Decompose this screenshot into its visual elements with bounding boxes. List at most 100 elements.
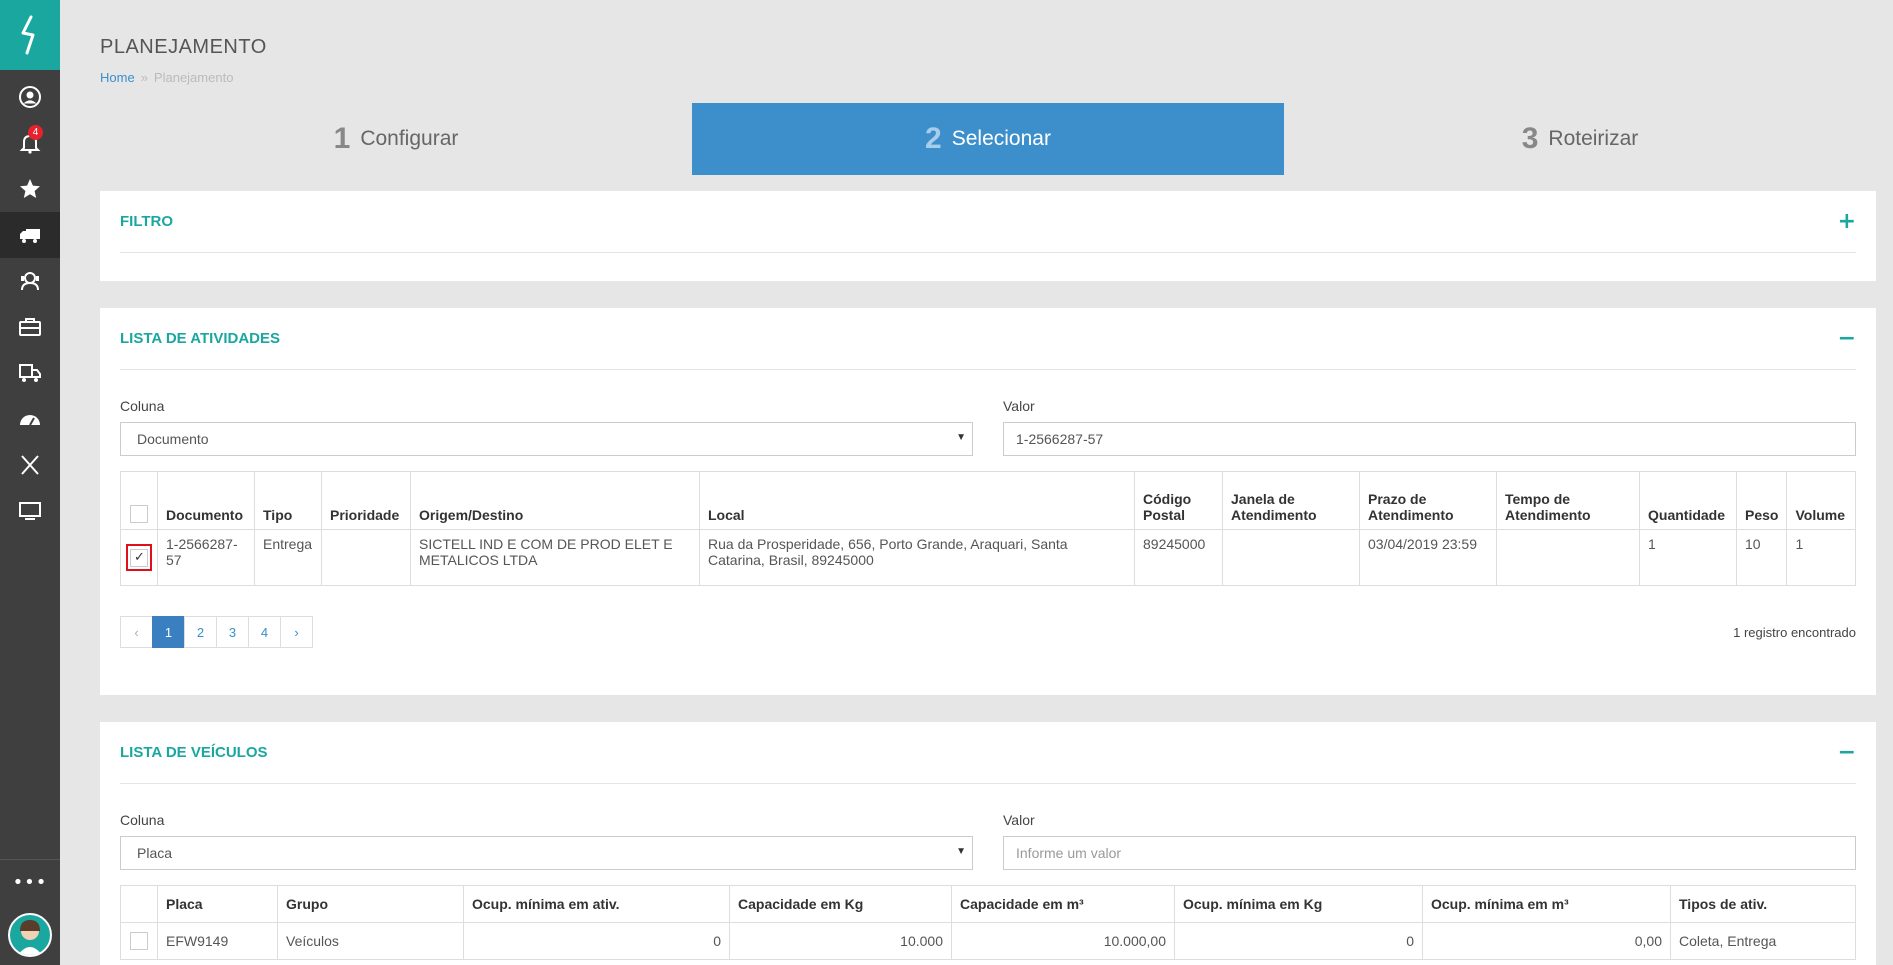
- briefcase-icon[interactable]: [0, 304, 60, 350]
- origem-cell: SICTELL IND E COM DE PROD ELET E METALIC…: [410, 529, 700, 586]
- vehicles-panel-header[interactable]: LISTA DE VEÍCULOS −: [120, 722, 1856, 784]
- column-header[interactable]: Tipos de ativ.: [1670, 885, 1856, 923]
- column-header[interactable]: Tempo de Atendimento: [1496, 471, 1640, 530]
- volume-cell: 1: [1786, 529, 1856, 586]
- pagination-page[interactable]: 3: [216, 616, 249, 648]
- expand-icon[interactable]: +: [1838, 209, 1856, 234]
- janela-cell: [1222, 529, 1360, 586]
- breadcrumb-separator: »: [140, 70, 148, 85]
- step-label: Configurar: [360, 127, 459, 150]
- column-header[interactable]: Volume: [1786, 471, 1856, 530]
- step-roteirizar[interactable]: 3 Roteirizar: [1284, 103, 1876, 175]
- pagination-next[interactable]: ›: [280, 616, 313, 648]
- step-configurar[interactable]: 1 Configurar: [100, 103, 692, 175]
- pagination-prev[interactable]: ‹: [120, 616, 153, 648]
- column-header[interactable]: Janela de Atendimento: [1222, 471, 1360, 530]
- column-header[interactable]: Origem/Destino: [410, 471, 700, 530]
- value-input[interactable]: Informe um valor: [1003, 836, 1856, 870]
- activities-table: Documento Tipo Prioridade Origem/Destino…: [120, 471, 1856, 586]
- star-icon[interactable]: [0, 166, 60, 212]
- ocup-m3-cell: 0,00: [1422, 922, 1671, 960]
- caret-down-icon: ▼: [956, 846, 966, 857]
- support-icon[interactable]: [0, 258, 60, 304]
- bell-icon[interactable]: 4: [0, 120, 60, 166]
- column-header[interactable]: Capacidade em Kg: [729, 885, 952, 923]
- step-selecionar[interactable]: 2 Selecionar: [692, 103, 1284, 175]
- x-icon[interactable]: [0, 442, 60, 488]
- step-number: 2: [925, 122, 942, 155]
- table-row[interactable]: 1-2566287-57 Entrega SICTELL IND E COM D…: [120, 529, 1856, 586]
- local-cell: Rua da Prosperidade, 656, Porto Grande, …: [699, 529, 1135, 586]
- column-header[interactable]: Documento: [157, 471, 255, 530]
- more-menu-icon[interactable]: •••: [0, 859, 60, 905]
- column-label: Coluna: [120, 398, 165, 414]
- table-row[interactable]: EFW9149 Veículos 0 10.000 10.000,00 0 0,…: [120, 922, 1856, 960]
- placa-cell: EFW9149: [157, 922, 278, 960]
- breadcrumb: Home » Planejamento: [100, 70, 233, 85]
- tipo-cell: Entrega: [254, 529, 322, 586]
- row-select-cell: [120, 529, 158, 586]
- value-input[interactable]: 1-2566287-57: [1003, 422, 1856, 456]
- cap-m3-cell: 10.000,00: [951, 922, 1175, 960]
- row-checkbox[interactable]: [130, 548, 148, 567]
- column-header[interactable]: Placa: [157, 885, 278, 923]
- quantidade-cell: 1: [1639, 529, 1737, 586]
- column-header[interactable]: Peso: [1735, 471, 1788, 530]
- step-label: Selecionar: [951, 127, 1051, 150]
- vehicles-panel: LISTA DE VEÍCULOS − Coluna Placa ▼ Valor…: [100, 722, 1876, 965]
- filter-panel: FILTRO +: [100, 191, 1876, 281]
- truck-icon[interactable]: [0, 212, 60, 258]
- column-header[interactable]: Capacidade em m³: [951, 885, 1175, 923]
- select-all-cell: [120, 885, 158, 923]
- avatar[interactable]: [8, 913, 52, 957]
- documento-cell: 1-2566287-57: [157, 529, 255, 586]
- column-header[interactable]: Tipo: [254, 471, 322, 530]
- activities-panel-title: LISTA DE ATIVIDADES: [120, 330, 281, 347]
- wizard-steps: 1 Configurar 2 Selecionar 3 Roteirizar: [100, 103, 1876, 175]
- tempo-cell: [1496, 529, 1640, 586]
- monitor-icon[interactable]: [0, 488, 60, 534]
- activities-panel-header[interactable]: LISTA DE ATIVIDADES −: [120, 308, 1856, 370]
- column-header[interactable]: Ocup. mínima em Kg: [1174, 885, 1423, 923]
- step-label: Roteirizar: [1548, 127, 1639, 150]
- pagination-page[interactable]: 4: [248, 616, 281, 648]
- select-all-checkbox[interactable]: [130, 505, 148, 523]
- ocup-ativ-cell: 0: [463, 922, 730, 960]
- column-header[interactable]: Ocup. mínima em m³: [1422, 885, 1671, 923]
- step-number: 1: [333, 122, 351, 155]
- vehicles-table: Placa Grupo Ocup. mínima em ativ. Capaci…: [120, 885, 1856, 960]
- row-select-cell: [120, 922, 158, 960]
- cap-kg-cell: 10.000: [729, 922, 952, 960]
- column-select[interactable]: Documento ▼: [120, 422, 973, 456]
- collapse-icon[interactable]: −: [1838, 326, 1856, 351]
- column-header[interactable]: Local: [699, 471, 1135, 530]
- dashboard-icon[interactable]: [0, 396, 60, 442]
- column-header[interactable]: Prazo de Atendimento: [1359, 471, 1497, 530]
- column-header[interactable]: Código Postal: [1134, 471, 1223, 530]
- column-label: Coluna: [120, 812, 165, 828]
- user-icon[interactable]: [0, 74, 60, 120]
- vehicles-panel-title: LISTA DE VEÍCULOS: [120, 744, 268, 761]
- pagination-page[interactable]: 2: [184, 616, 217, 648]
- column-select[interactable]: Placa ▼: [120, 836, 973, 870]
- row-checkbox[interactable]: [130, 932, 148, 951]
- filter-panel-header[interactable]: FILTRO +: [120, 191, 1856, 253]
- column-header[interactable]: Ocup. mínima em ativ.: [463, 885, 730, 923]
- records-count: 1 registro encontrado: [1733, 624, 1856, 640]
- prazo-cell: 03/04/2019 23:59: [1359, 529, 1497, 586]
- sidebar: 4 •••: [0, 0, 60, 965]
- pagination-page[interactable]: 1: [152, 616, 185, 648]
- prioridade-cell: [321, 529, 411, 586]
- logo-icon[interactable]: [0, 0, 60, 70]
- column-header[interactable]: Quantidade: [1639, 471, 1737, 530]
- column-select-value: Documento: [137, 431, 209, 447]
- column-header[interactable]: Grupo: [277, 885, 464, 923]
- step-number: 3: [1521, 122, 1539, 155]
- collapse-icon[interactable]: −: [1838, 740, 1856, 765]
- column-header[interactable]: Prioridade: [321, 471, 411, 530]
- column-select-value: Placa: [137, 845, 173, 861]
- pagination: ‹ 1 2 3 4 ›: [120, 616, 313, 648]
- delivery-icon[interactable]: [0, 350, 60, 396]
- value-label: Valor: [1003, 812, 1035, 828]
- breadcrumb-home-link[interactable]: Home: [100, 70, 135, 85]
